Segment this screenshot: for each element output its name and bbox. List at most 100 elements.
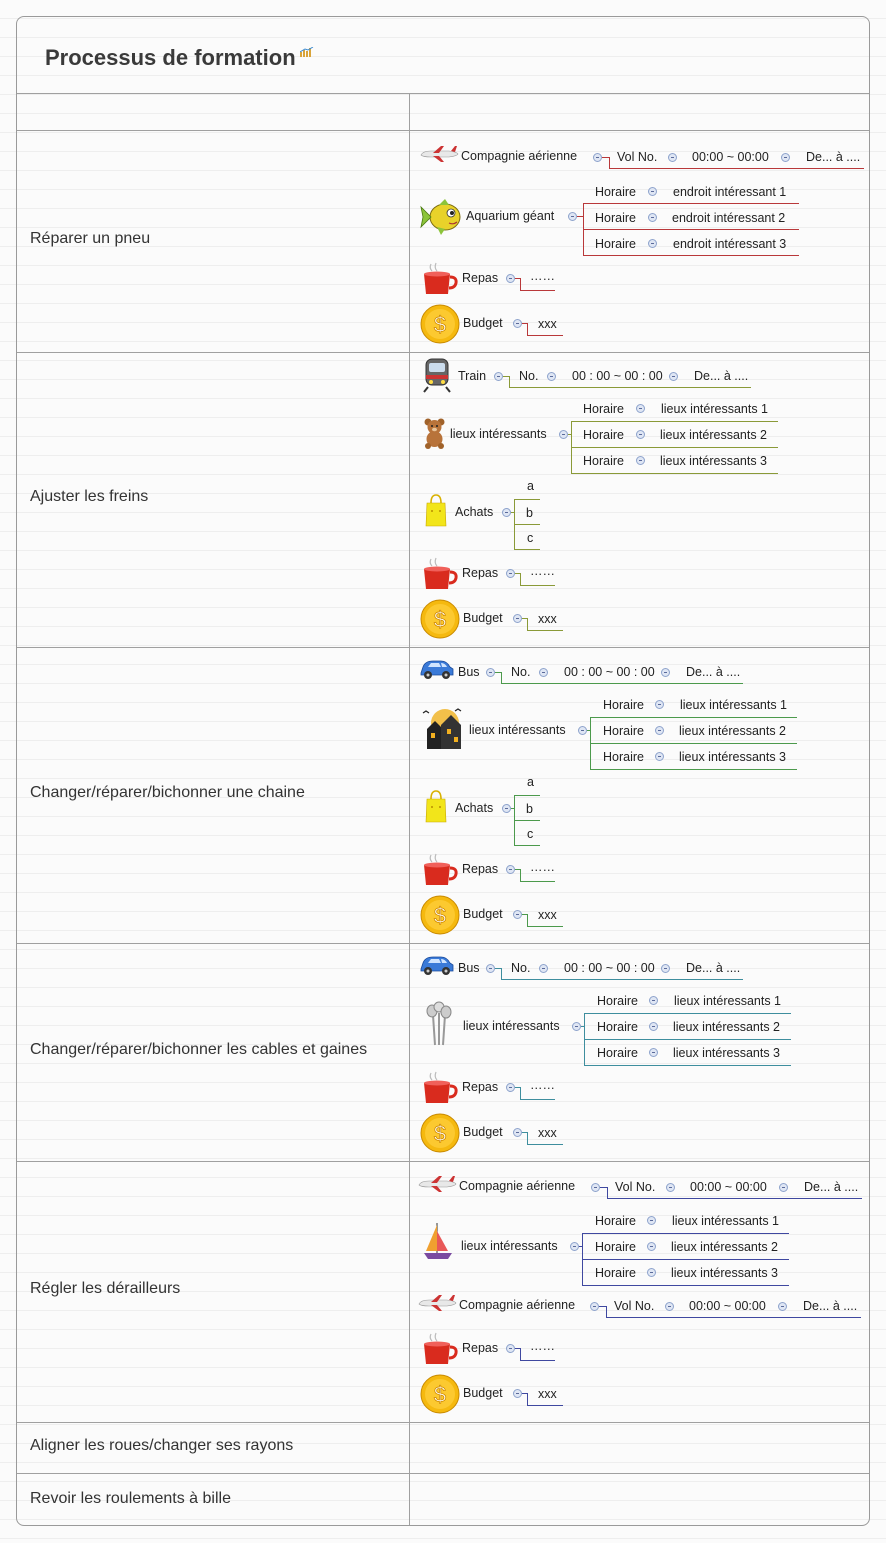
horaire-label[interactable]: Horaire bbox=[597, 1046, 638, 1060]
collapse-icon[interactable] bbox=[781, 153, 790, 162]
place-label[interactable]: lieux intéressants bbox=[463, 1019, 560, 1033]
collapse-icon[interactable] bbox=[547, 372, 556, 381]
place-item[interactable]: lieux intéressants 2 bbox=[660, 428, 767, 442]
place-item[interactable]: lieux intéressants 1 bbox=[672, 1214, 779, 1228]
destination-label[interactable]: De... à .... bbox=[804, 1180, 858, 1194]
horaire-label[interactable]: Horaire bbox=[595, 211, 636, 225]
budget-label[interactable]: Budget bbox=[463, 1125, 503, 1139]
collapse-icon[interactable] bbox=[494, 372, 503, 381]
collapse-icon[interactable] bbox=[648, 239, 657, 248]
collapse-icon[interactable] bbox=[506, 274, 515, 283]
achats-item[interactable]: c bbox=[527, 827, 533, 841]
achats-item[interactable]: b bbox=[526, 506, 533, 520]
place-item[interactable]: lieux intéressants 1 bbox=[680, 698, 787, 712]
collapse-icon[interactable] bbox=[661, 668, 670, 677]
time-label[interactable]: 00 : 00 ~ 00 : 00 bbox=[564, 665, 655, 679]
horaire-label[interactable]: Horaire bbox=[595, 1266, 636, 1280]
budget-value[interactable]: xxx bbox=[538, 317, 557, 331]
place-item[interactable]: lieux intéressants 2 bbox=[671, 1240, 778, 1254]
place-label[interactable]: lieux intéressants bbox=[461, 1239, 558, 1253]
repas-label[interactable]: Repas bbox=[462, 271, 498, 285]
transport-label[interactable]: Train bbox=[458, 369, 486, 383]
place-item[interactable]: lieux intéressants 1 bbox=[674, 994, 781, 1008]
horaire-label[interactable]: Horaire bbox=[595, 1240, 636, 1254]
collapse-icon[interactable] bbox=[506, 1344, 515, 1353]
train-no-label[interactable]: No. bbox=[519, 369, 538, 383]
place-label[interactable]: lieux intéressants bbox=[469, 723, 566, 737]
collapse-icon[interactable] bbox=[669, 372, 678, 381]
collapse-icon[interactable] bbox=[486, 964, 495, 973]
place-label[interactable]: Aquarium géant bbox=[466, 209, 554, 223]
collapse-icon[interactable] bbox=[668, 153, 677, 162]
time-label[interactable]: 00:00 ~ 00:00 bbox=[690, 1180, 767, 1194]
bus-no-label[interactable]: No. bbox=[511, 665, 530, 679]
vol-no-label[interactable]: Vol No. bbox=[615, 1180, 655, 1194]
place-item[interactable]: lieux intéressants 3 bbox=[679, 750, 786, 764]
time-label[interactable]: 00 : 00 ~ 00 : 00 bbox=[572, 369, 663, 383]
destination-label[interactable]: De... à .... bbox=[694, 369, 748, 383]
collapse-icon[interactable] bbox=[513, 614, 522, 623]
collapse-icon[interactable] bbox=[570, 1242, 579, 1251]
collapse-icon[interactable] bbox=[513, 1128, 522, 1137]
place-item[interactable]: lieux intéressants 2 bbox=[673, 1020, 780, 1034]
budget-value[interactable]: xxx bbox=[538, 1387, 557, 1401]
transport-label[interactable]: Bus bbox=[458, 665, 480, 679]
collapse-icon[interactable] bbox=[665, 1302, 674, 1311]
place-label[interactable]: lieux intéressants bbox=[450, 427, 547, 441]
collapse-icon[interactable] bbox=[502, 508, 511, 517]
collapse-icon[interactable] bbox=[590, 1302, 599, 1311]
budget-value[interactable]: xxx bbox=[538, 1126, 557, 1140]
horaire-label[interactable]: Horaire bbox=[603, 698, 644, 712]
repas-value[interactable]: …… bbox=[530, 860, 555, 874]
budget-label[interactable]: Budget bbox=[463, 316, 503, 330]
collapse-icon[interactable] bbox=[486, 668, 495, 677]
place-item[interactable]: lieux intéressants 3 bbox=[673, 1046, 780, 1060]
collapse-icon[interactable] bbox=[591, 1183, 600, 1192]
collapse-icon[interactable] bbox=[513, 319, 522, 328]
budget-label[interactable]: Budget bbox=[463, 611, 503, 625]
achats-label[interactable]: Achats bbox=[455, 505, 493, 519]
destination-label[interactable]: De... à .... bbox=[803, 1299, 857, 1313]
repas-label[interactable]: Repas bbox=[462, 862, 498, 876]
transport-label[interactable]: Compagnie aérienne bbox=[461, 149, 577, 163]
destination-label[interactable]: De... à .... bbox=[686, 961, 740, 975]
horaire-label[interactable]: Horaire bbox=[583, 402, 624, 416]
place-item[interactable]: endroit intéressant 2 bbox=[672, 211, 785, 225]
place-item[interactable]: lieux intéressants 3 bbox=[671, 1266, 778, 1280]
repas-label[interactable]: Repas bbox=[462, 1080, 498, 1094]
collapse-icon[interactable] bbox=[779, 1183, 788, 1192]
budget-value[interactable]: xxx bbox=[538, 908, 557, 922]
horaire-label[interactable]: Horaire bbox=[603, 724, 644, 738]
collapse-icon[interactable] bbox=[648, 213, 657, 222]
time-label[interactable]: 00 : 00 ~ 00 : 00 bbox=[564, 961, 655, 975]
transport-label[interactable]: Bus bbox=[458, 961, 480, 975]
destination-label[interactable]: De... à .... bbox=[806, 150, 860, 164]
collapse-icon[interactable] bbox=[647, 1216, 656, 1225]
collapse-icon[interactable] bbox=[649, 1048, 658, 1057]
collapse-icon[interactable] bbox=[539, 668, 548, 677]
collapse-icon[interactable] bbox=[649, 1022, 658, 1031]
repas-label[interactable]: Repas bbox=[462, 566, 498, 580]
horaire-label[interactable]: Horaire bbox=[597, 994, 638, 1008]
collapse-icon[interactable] bbox=[506, 865, 515, 874]
collapse-icon[interactable] bbox=[506, 1083, 515, 1092]
horaire-label[interactable]: Horaire bbox=[595, 237, 636, 251]
collapse-icon[interactable] bbox=[568, 212, 577, 221]
repas-label[interactable]: Repas bbox=[462, 1341, 498, 1355]
collapse-icon[interactable] bbox=[513, 1389, 522, 1398]
place-item[interactable]: lieux intéressants 2 bbox=[679, 724, 786, 738]
collapse-icon[interactable] bbox=[655, 700, 664, 709]
budget-label[interactable]: Budget bbox=[463, 1386, 503, 1400]
destination-label[interactable]: De... à .... bbox=[686, 665, 740, 679]
collapse-icon[interactable] bbox=[666, 1183, 675, 1192]
vol-no-label[interactable]: Vol No. bbox=[614, 1299, 654, 1313]
repas-value[interactable]: …… bbox=[530, 1339, 555, 1353]
achats-item[interactable]: c bbox=[527, 531, 533, 545]
time-label[interactable]: 00:00 ~ 00:00 bbox=[692, 150, 769, 164]
place-item[interactable]: lieux intéressants 3 bbox=[660, 454, 767, 468]
achats-label[interactable]: Achats bbox=[455, 801, 493, 815]
horaire-label[interactable]: Horaire bbox=[583, 428, 624, 442]
collapse-icon[interactable] bbox=[539, 964, 548, 973]
collapse-icon[interactable] bbox=[649, 996, 658, 1005]
collapse-icon[interactable] bbox=[636, 430, 645, 439]
